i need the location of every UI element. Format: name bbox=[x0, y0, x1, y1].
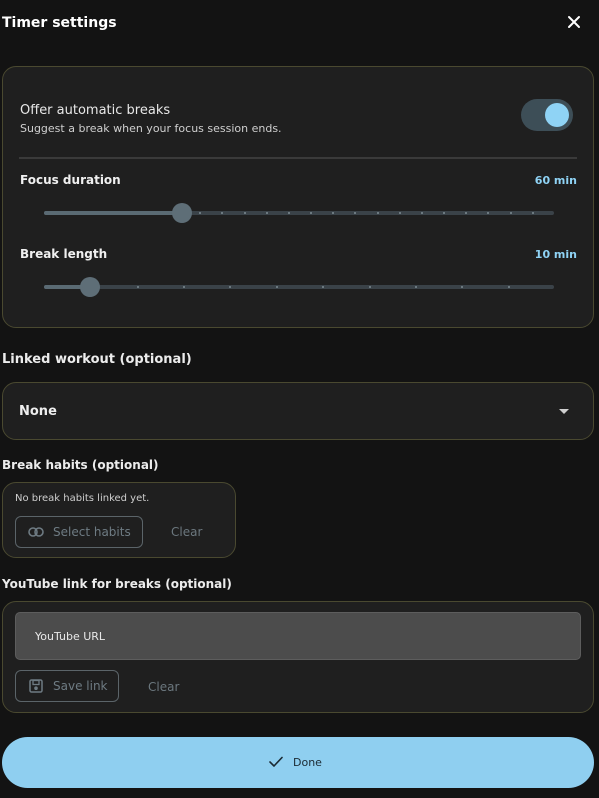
focus-duration-value: 60 min bbox=[534, 174, 577, 187]
slider-tick bbox=[221, 212, 224, 214]
save-link-button[interactable]: Save link bbox=[15, 670, 119, 702]
break-length-value: 10 min bbox=[534, 248, 577, 261]
slider-tick bbox=[229, 286, 232, 288]
check-icon bbox=[269, 756, 283, 767]
focus-duration-thumb[interactable] bbox=[171, 203, 192, 223]
focus-duration-fill bbox=[44, 211, 182, 215]
divider bbox=[19, 157, 577, 159]
break-habits-card: No break habits linked yet. Select habit… bbox=[2, 482, 236, 558]
slider-tick bbox=[265, 212, 268, 214]
linked-workout-label: Linked workout (optional) bbox=[2, 352, 192, 367]
slider-tick bbox=[398, 212, 401, 214]
timer-settings-card: Offer automatic breaks Suggest a break w… bbox=[2, 66, 594, 328]
slider-tick bbox=[509, 212, 512, 214]
slider-tick bbox=[322, 286, 325, 288]
link-icon bbox=[28, 527, 44, 537]
slider-tick bbox=[443, 212, 446, 214]
slider-tick bbox=[332, 212, 335, 214]
break-length-thumb[interactable] bbox=[79, 277, 100, 297]
slider-tick bbox=[287, 212, 290, 214]
break-length-label: Break length bbox=[20, 247, 108, 261]
focus-duration-slider[interactable] bbox=[44, 203, 554, 223]
break-habits-empty-text: No break habits linked yet. bbox=[15, 493, 150, 504]
youtube-url-placeholder: YouTube URL bbox=[35, 630, 106, 643]
slider-tick bbox=[414, 286, 417, 288]
break-habits-label: Break habits (optional) bbox=[2, 458, 159, 472]
slider-tick bbox=[376, 212, 379, 214]
slider-tick bbox=[183, 286, 186, 288]
slider-tick bbox=[243, 212, 246, 214]
slider-tick bbox=[461, 286, 464, 288]
slider-tick bbox=[368, 286, 371, 288]
focus-duration-label: Focus duration bbox=[20, 173, 121, 187]
select-habits-label: Select habits bbox=[53, 525, 131, 539]
break-length-slider[interactable] bbox=[44, 277, 554, 297]
toggle-knob bbox=[545, 103, 569, 127]
youtube-url-input[interactable]: YouTube URL bbox=[15, 612, 581, 660]
slider-tick bbox=[354, 212, 357, 214]
slider-tick bbox=[420, 212, 423, 214]
save-icon bbox=[29, 679, 43, 693]
linked-workout-select[interactable]: None bbox=[2, 382, 594, 440]
slider-tick bbox=[465, 212, 468, 214]
linked-workout-value: None bbox=[19, 404, 57, 419]
dialog-title: Timer settings bbox=[2, 15, 117, 31]
auto-breaks-toggle[interactable] bbox=[521, 99, 573, 131]
slider-tick bbox=[275, 286, 278, 288]
caret-down-icon bbox=[559, 409, 569, 414]
slider-tick bbox=[531, 212, 534, 214]
close-icon bbox=[568, 16, 580, 28]
save-link-label: Save link bbox=[53, 679, 108, 693]
youtube-link-label: YouTube link for breaks (optional) bbox=[2, 577, 232, 591]
slider-tick bbox=[507, 286, 510, 288]
clear-habits-button[interactable]: Clear bbox=[171, 525, 202, 539]
auto-breaks-title: Offer automatic breaks bbox=[20, 103, 171, 118]
slider-tick bbox=[487, 212, 490, 214]
slider-tick bbox=[136, 286, 139, 288]
auto-breaks-description: Suggest a break when your focus session … bbox=[20, 122, 282, 135]
youtube-link-card: YouTube URL Save link Clear bbox=[2, 601, 594, 713]
select-habits-button[interactable]: Select habits bbox=[15, 516, 143, 548]
clear-link-button[interactable]: Clear bbox=[148, 680, 179, 694]
slider-tick bbox=[310, 212, 313, 214]
slider-tick bbox=[199, 212, 202, 214]
done-label: Done bbox=[293, 756, 322, 769]
done-button[interactable]: Done bbox=[2, 737, 594, 788]
close-button[interactable] bbox=[565, 13, 583, 31]
